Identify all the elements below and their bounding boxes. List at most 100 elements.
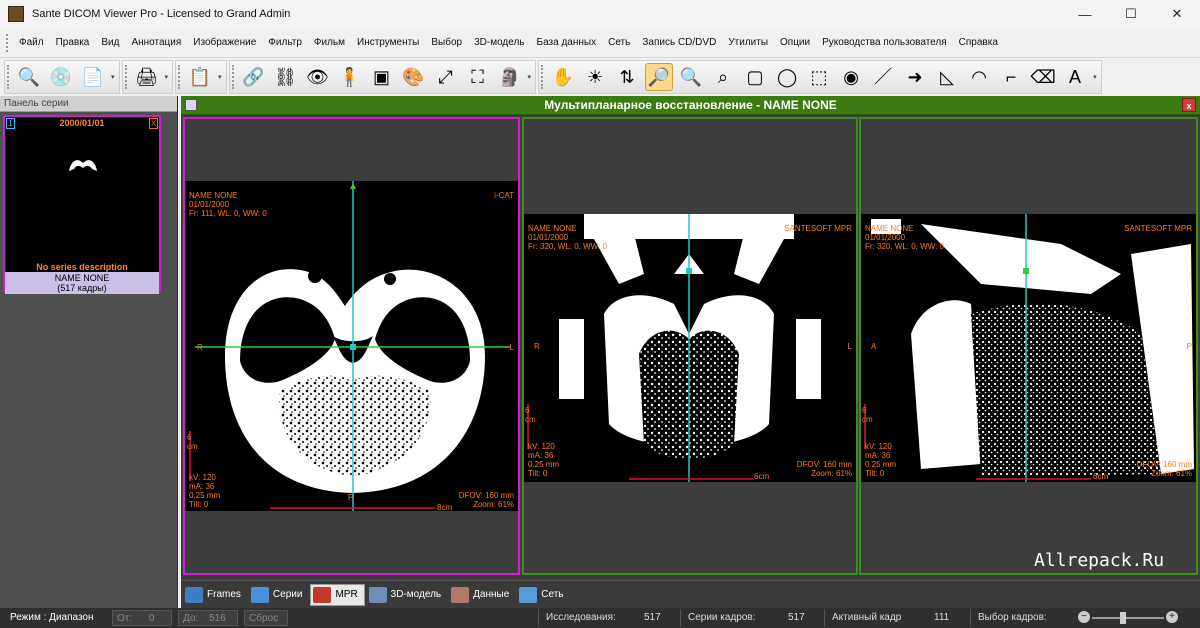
eraser-icon[interactable]: ⌫ [1029,63,1057,91]
tab-data[interactable]: Данные [449,584,515,606]
open-study-icon[interactable]: 🔍 [15,63,43,91]
sagittal-params: Fr: 320, WL: 0, WW: 0 [865,242,944,251]
axial-crosshair[interactable] [185,181,518,511]
menu-annotation[interactable]: Аннотация [125,37,187,48]
line-icon[interactable]: ／ [869,63,897,91]
toolbar-overflow-icon[interactable]: ▾ [528,73,532,81]
menu-film[interactable]: Фильм [308,37,351,48]
tab-network[interactable]: Сеть [517,584,569,606]
angle-icon[interactable]: ◺ [933,63,961,91]
axial-left-marker: R [197,343,203,352]
toolbar-overflow-icon[interactable]: ▾ [111,73,115,81]
minimize-button[interactable]: — [1062,0,1108,28]
axial-image[interactable]: NAME NONE 01/01/2000 Fr: 111, WL: 0, WW:… [185,181,518,511]
axial-viewport[interactable]: NAME NONE 01/01/2000 Fr: 111, WL: 0, WW:… [183,117,520,575]
toolbar-overflow-icon[interactable]: ▾ [165,73,169,81]
slider-plus-button[interactable]: + [1166,611,1178,623]
menu-user-guides[interactable]: Руководства пользователя [816,37,953,48]
cd-icon[interactable]: 💿 [47,63,75,91]
pan-hand-icon[interactable]: ✋ [549,63,577,91]
ellipse-roi-icon[interactable]: ◯ [773,63,801,91]
coronal-image[interactable]: NAME NONE 01/01/2000 Fr: 320, WL: 0, WW:… [524,214,856,482]
mpr-system-menu-icon[interactable] [185,99,197,111]
magnify-region-icon[interactable]: 🔍 [677,63,705,91]
data-icon [451,586,470,603]
brightness-icon[interactable]: ☀ [581,63,609,91]
menu-network[interactable]: Сеть [602,37,636,48]
sagittal-crosshair[interactable] [861,214,1196,482]
close-series-button[interactable]: X [149,118,158,129]
maximize-button[interactable]: ☐ [1108,0,1154,28]
menu-view[interactable]: Вид [95,37,125,48]
menu-options[interactable]: Опции [774,37,816,48]
full-screen-icon[interactable]: ⛶ [464,63,492,91]
print-icon[interactable]: 🖨 [133,63,161,91]
mpr-close-button[interactable]: x [1182,98,1196,112]
scroll-icon[interactable]: ⇅ [613,63,641,91]
menu-cd-dvd[interactable]: Запись CD/DVD [636,37,722,48]
reset-button[interactable]: Сброс [244,610,288,626]
toolbar-grip[interactable] [7,65,10,89]
eye-icon[interactable]: 👁 [304,63,332,91]
toolbar-grip[interactable] [124,65,128,89]
series-patient-name: NAME NONE [54,273,110,283]
close-window-button[interactable]: ✕ [1154,0,1200,28]
rectangle-roi-icon[interactable]: ▢ [741,63,769,91]
menu-filter[interactable]: Фильтр [262,37,308,48]
menu-image[interactable]: Изображение [187,37,262,48]
copy-icon[interactable]: 📋 [186,63,214,91]
toolbar-grip[interactable] [231,65,235,89]
3d-head-icon[interactable]: 🗿 [496,63,524,91]
tab-series[interactable]: Серии [249,584,309,606]
slider-track[interactable] [1092,617,1164,619]
coronal-params: Fr: 320, WL: 0, WW: 0 [528,242,607,251]
toolbar-overflow-icon[interactable]: ▾ [1093,73,1097,81]
tab-3d-model[interactable]: 3D-модель [367,584,447,606]
unlink-icon[interactable]: ⛓ [272,63,300,91]
view-tab-strip: Frames Серии MPR 3D-модель Данные Сеть [181,580,1200,608]
zoom-icon[interactable]: 🔎 [645,63,674,91]
text-annotation-icon[interactable]: A [1061,63,1089,91]
toolbar-overflow-icon[interactable]: ▾ [218,73,222,81]
sagittal-image[interactable]: NAME NONE 01/01/2000 Fr: 320, WL: 0, WW:… [861,214,1196,482]
slider-knob[interactable] [1120,612,1126,624]
sagittal-tilt: Tilt: 0 [865,469,885,478]
menu-utilities[interactable]: Утилиты [722,37,774,48]
menu-database[interactable]: База данных [531,37,603,48]
fit-window-icon[interactable]: ⤢ [432,63,460,91]
coronal-viewport[interactable]: NAME NONE 01/01/2000 Fr: 320, WL: 0, WW:… [522,117,858,575]
arrow-icon[interactable]: ➜ [901,63,929,91]
zoom-fit-icon[interactable]: ⌕ [709,63,737,91]
menu-help[interactable]: Справка [953,37,1004,48]
to-field[interactable]: До: 516 [178,610,238,626]
protractor-icon[interactable]: ◠ [965,63,993,91]
axial-vendor: i-CAT [494,191,514,200]
sagittal-viewport[interactable]: NAME NONE 01/01/2000 Fr: 320, WL: 0, WW:… [859,117,1198,575]
menu-bar: Файл Правка Вид Аннотация Изображение Фи… [0,28,1200,58]
menu-file[interactable]: Файл [13,37,50,48]
cobb-angle-icon[interactable]: ⌐ [997,63,1025,91]
slider-minus-button[interactable]: − [1078,611,1090,623]
menu-edit[interactable]: Правка [50,37,96,48]
tab-mpr[interactable]: MPR [310,583,365,606]
menu-select[interactable]: Выбор [425,37,468,48]
color-map-icon[interactable]: 🎨 [400,63,428,91]
color-wheel-icon[interactable]: ◉ [837,63,865,91]
mpr-view-icon[interactable]: ▣ [368,63,396,91]
link-icon[interactable]: 🔗 [240,63,268,91]
toolbar-group2: 🖨 ▾ [121,60,174,94]
menu-3d-model[interactable]: 3D-модель [468,37,530,48]
series-thumbnail[interactable]: 1 2000/01/01 X No series description NAM… [3,115,161,294]
toolbar-grip[interactable] [541,65,544,89]
document-icon[interactable]: 📄 [79,63,107,91]
menu-grip[interactable] [6,33,9,52]
tab-frames[interactable]: Frames [183,584,247,606]
body-icon[interactable]: 🧍 [336,63,364,91]
from-field[interactable]: От: 0 [112,610,172,626]
dashed-rect-icon[interactable]: ⬚ [805,63,833,91]
menu-tools[interactable]: Инструменты [351,37,425,48]
frame-slider[interactable]: − + [1078,611,1178,625]
toolbar-grip[interactable] [178,65,181,89]
series-frames-value: 517 [788,612,805,623]
coronal-crosshair[interactable] [524,214,856,482]
